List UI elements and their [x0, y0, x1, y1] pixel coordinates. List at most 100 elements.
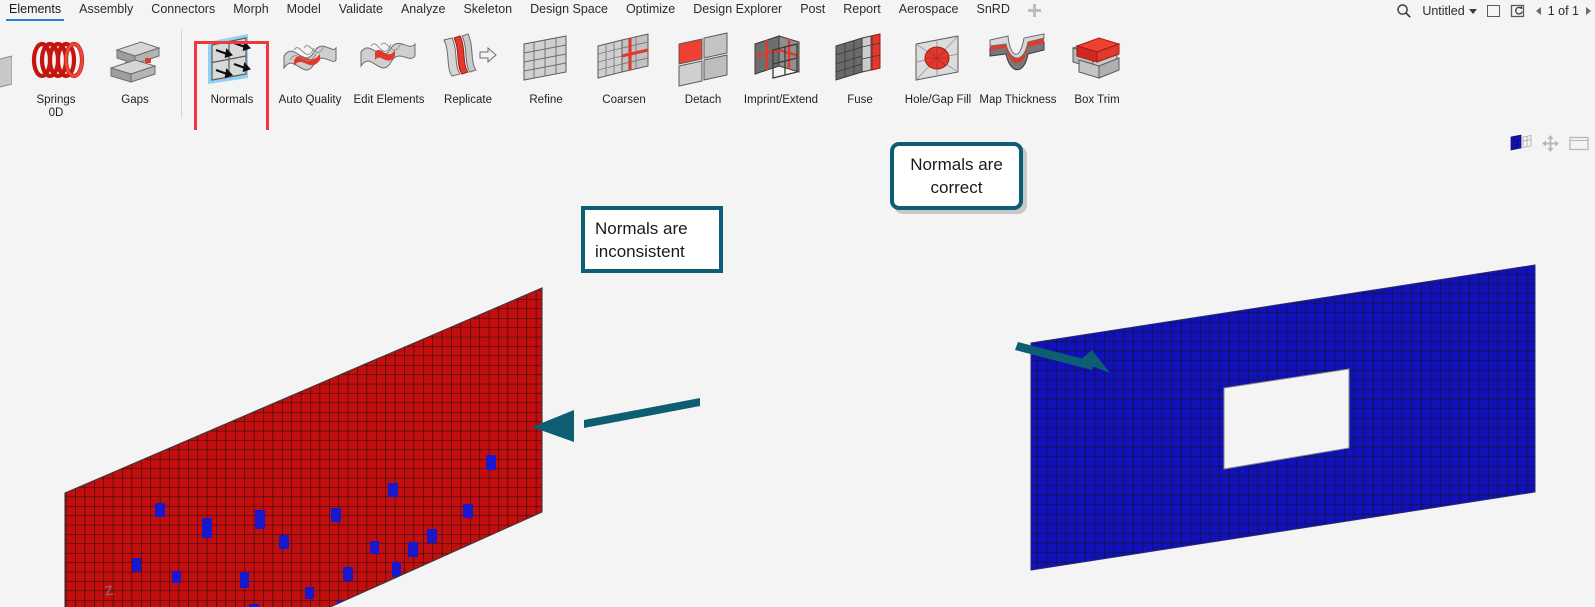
- document-name-label: Untitled: [1422, 4, 1465, 18]
- ribbon-button-label: Map Thickness: [979, 94, 1057, 106]
- callout-normals-inconsistent: Normals are inconsistent: [581, 206, 723, 273]
- plus-icon[interactable]: [1027, 3, 1042, 18]
- tab-analyze[interactable]: Analyze: [392, 0, 454, 21]
- normals-icon: [200, 26, 264, 90]
- tab-snrd[interactable]: SnRD: [968, 0, 1019, 21]
- tab-optimize[interactable]: Optimize: [617, 0, 684, 21]
- ribbon-toolbar: Springs 0D Gaps Normals Auto Quality Edi…: [0, 22, 1595, 146]
- ribbon-button-label: Springs: [36, 94, 76, 106]
- springs-0d-icon: [24, 26, 88, 90]
- replicate-icon: [436, 26, 500, 90]
- page-navigator: 1 of 1: [1535, 4, 1591, 18]
- hole-gap-fill-icon: [906, 26, 970, 90]
- edit-elements-icon: [357, 26, 421, 90]
- tab-label: Design Space: [530, 2, 608, 16]
- ribbon-button-label: Coarsen: [602, 94, 646, 106]
- tab-label: Optimize: [625, 2, 676, 16]
- ribbon-button-map-thickness[interactable]: Map Thickness: [974, 24, 1062, 124]
- tab-model[interactable]: Model: [278, 0, 330, 21]
- red-mesh: [65, 288, 542, 607]
- callout-1-arrow: [532, 398, 700, 442]
- tab-design-explorer[interactable]: Design Explorer: [684, 0, 791, 21]
- ribbon-button-sublabel: 0D: [48, 107, 64, 119]
- model-viewport[interactable]: [0, 130, 1595, 607]
- callout-line-1: Normals are: [910, 155, 1003, 174]
- ribbon-button-gaps[interactable]: Gaps: [91, 24, 179, 124]
- tab-label: SnRD: [976, 2, 1010, 16]
- ribbon-button-label: Imprint/Extend: [743, 94, 819, 106]
- auto-quality-icon: [278, 26, 342, 90]
- tab-label: Morph: [233, 2, 269, 16]
- ribbon-button-refine[interactable]: Refine: [502, 24, 590, 124]
- tab-label: Validate: [338, 2, 383, 16]
- tab-label: Report: [843, 2, 881, 16]
- ribbon-button-label: Normals: [210, 94, 254, 106]
- tab-label: Post: [800, 2, 826, 16]
- coarsen-icon: [592, 26, 656, 90]
- refresh-icon[interactable]: [1510, 3, 1526, 19]
- chevron-right-icon[interactable]: [1586, 7, 1591, 15]
- ribbon-button-springs-0d[interactable]: Springs 0D: [12, 24, 100, 124]
- tab-label: Analyze: [400, 2, 446, 16]
- document-name-dropdown[interactable]: Untitled: [1422, 4, 1477, 18]
- tab-validate[interactable]: Validate: [330, 0, 392, 21]
- move-icon[interactable]: [1542, 134, 1559, 152]
- ribbon-tab-bar: Elements Assembly Connectors Morph Model…: [0, 0, 1595, 22]
- search-icon[interactable]: [1396, 3, 1412, 19]
- viewport-controls: [1510, 134, 1589, 152]
- window-fit-icon[interactable]: [1569, 136, 1589, 151]
- map-thickness-icon: [986, 26, 1050, 90]
- ribbon-button-label: Edit Elements: [353, 94, 425, 106]
- tab-morph[interactable]: Morph: [224, 0, 277, 21]
- application-window: Elements Assembly Connectors Morph Model…: [0, 0, 1595, 607]
- ribbon-button-fuse[interactable]: Fuse: [816, 24, 904, 124]
- tab-label: Skeleton: [463, 2, 513, 16]
- tab-label: Aerospace: [898, 2, 959, 16]
- tab-assembly[interactable]: Assembly: [70, 0, 142, 21]
- ribbon-button-label: Refine: [529, 94, 563, 106]
- mesh-display-icon[interactable]: [1510, 134, 1532, 152]
- ribbon-button-coarsen[interactable]: Coarsen: [580, 24, 668, 124]
- ribbon-button-label: Gaps: [121, 94, 149, 106]
- window-icon[interactable]: [1486, 5, 1500, 17]
- gaps-icon: [103, 26, 167, 90]
- box-trim-icon: [1065, 26, 1129, 90]
- tab-design-space[interactable]: Design Space: [521, 0, 617, 21]
- ribbon-button-label: Fuse: [847, 94, 873, 106]
- ribbon-button-box-trim[interactable]: Box Trim: [1053, 24, 1141, 124]
- tab-report[interactable]: Report: [834, 0, 890, 21]
- viewport-canvas: [64, 264, 1536, 607]
- tab-elements[interactable]: Elements: [0, 0, 70, 21]
- ribbon-button-label: Hole/Gap Fill: [904, 94, 972, 106]
- page-indicator: 1 of 1: [1547, 4, 1579, 18]
- ribbon-button-auto-quality[interactable]: Auto Quality: [266, 24, 354, 124]
- ribbon-button-label: Detach: [684, 94, 722, 106]
- tab-label: Model: [286, 2, 321, 16]
- tab-connectors[interactable]: Connectors: [142, 0, 224, 21]
- detach-icon: [671, 26, 735, 90]
- imprint-extend-icon: [749, 26, 813, 90]
- tab-aerospace[interactable]: Aerospace: [890, 0, 968, 21]
- callout-line-2: correct: [930, 178, 983, 197]
- ribbon-button-label: Auto Quality: [278, 94, 342, 106]
- titlebar-controls: Untitled 1 of 1: [1396, 0, 1591, 22]
- tab-label: Design Explorer: [693, 2, 783, 16]
- refine-icon: [514, 26, 578, 90]
- tab-post[interactable]: Post: [791, 0, 834, 21]
- chevron-left-icon[interactable]: [1535, 7, 1541, 15]
- callout-line-2: inconsistent: [595, 241, 685, 261]
- ribbon-separator: [181, 30, 182, 118]
- partial-previous-icon: [0, 54, 12, 94]
- ribbon-button-normals[interactable]: Normals: [188, 24, 276, 124]
- chevron-down-icon: [1468, 8, 1477, 14]
- tab-skeleton[interactable]: Skeleton: [454, 0, 521, 21]
- ribbon-button-edit-elements[interactable]: Edit Elements: [345, 24, 433, 124]
- ribbon-button-label: Replicate: [444, 94, 492, 106]
- ribbon-button-replicate[interactable]: Replicate: [424, 24, 512, 124]
- ribbon-button-hole-gap-fill[interactable]: Hole/Gap Fill: [894, 24, 982, 124]
- ribbon-button-detach[interactable]: Detach: [659, 24, 747, 124]
- callout-line-1: Normals are: [595, 218, 688, 238]
- callout-normals-correct: Normals are correct: [890, 142, 1023, 210]
- tab-label: Elements: [9, 2, 62, 16]
- ribbon-button-imprint-extend[interactable]: Imprint/Extend: [737, 24, 825, 124]
